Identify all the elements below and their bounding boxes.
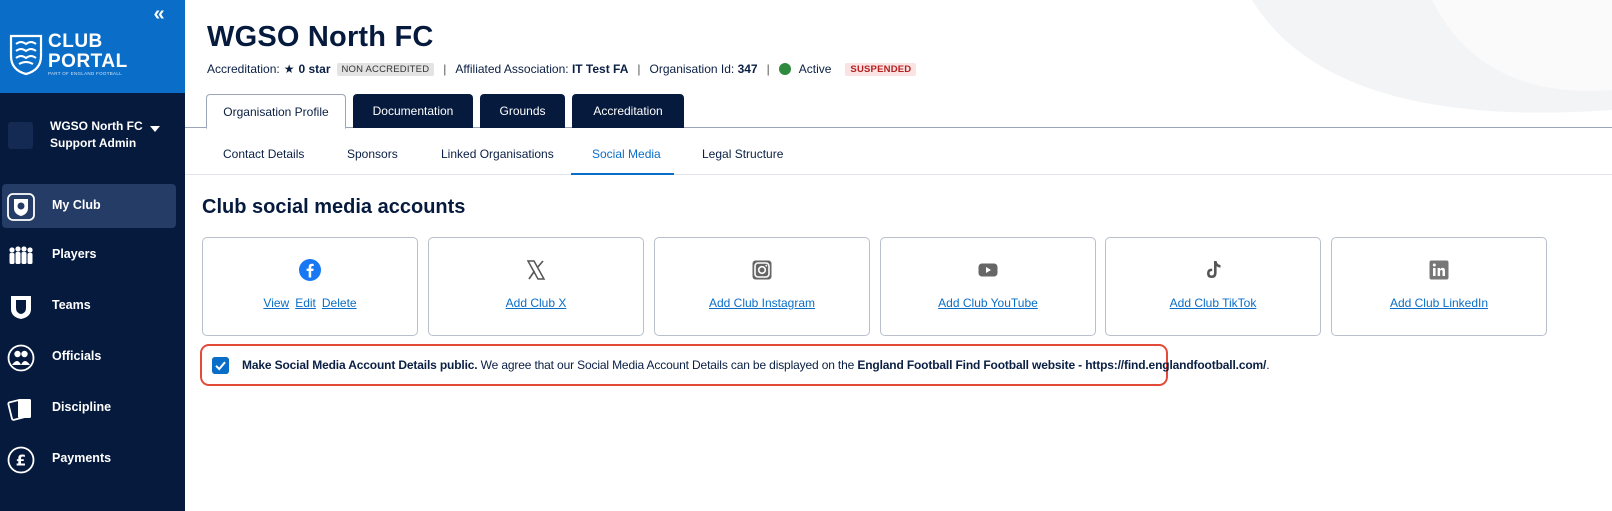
background-watermark (1252, 0, 1612, 113)
tab-organisation-profile[interactable]: Organisation Profile (206, 94, 346, 129)
club-badge-icon (7, 193, 35, 221)
tiktok-icon (1207, 261, 1221, 278)
sidebar-item-players[interactable]: Players (0, 233, 185, 277)
account-switcher[interactable]: WGSO North FC Support Admin (0, 100, 185, 170)
officials-icon (7, 344, 35, 372)
facebook-icon (299, 259, 321, 281)
status-dot-icon (778, 63, 791, 75)
subtab-contact-details[interactable]: Contact Details (223, 147, 304, 165)
sidebar-item-officials[interactable]: Officials (0, 335, 185, 379)
consent-text: Make Social Media Account Details public… (242, 358, 1270, 372)
social-card-x: Add Club X (428, 237, 644, 336)
card-links: View Edit Delete (203, 296, 417, 310)
sidebar-item-discipline[interactable]: Discipline (0, 386, 185, 430)
instagram-icon (752, 260, 772, 280)
social-card-tiktok: Add Club TikTok (1105, 237, 1321, 336)
tab-grounds[interactable]: Grounds (480, 94, 565, 128)
sidebar-item-label: Teams (52, 298, 91, 312)
view-facebook-link[interactable]: View (263, 296, 289, 310)
brand-line-1: CLUB (48, 31, 103, 52)
sidebar-item-label: My Club (52, 198, 101, 212)
consent-tail: . (1266, 358, 1270, 372)
sidebar-item-label: Payments (52, 451, 112, 465)
england-football-crest-icon (9, 34, 43, 76)
card-links: Add Club LinkedIn (1332, 296, 1546, 310)
social-card-instagram: Add Club Instagram (654, 237, 870, 336)
tab-documentation[interactable]: Documentation (353, 94, 473, 128)
sidebar-item-label: Discipline (52, 400, 112, 414)
linkedin-icon (1429, 260, 1449, 280)
subtab-sponsors[interactable]: Sponsors (347, 147, 398, 165)
add-club-x-link[interactable]: Add Club X (506, 296, 567, 310)
svg-text:£: £ (16, 452, 26, 470)
club-avatar (8, 122, 33, 149)
sidebar-item-payments[interactable]: £ Payments (0, 437, 185, 481)
card-links: Add Club Instagram (655, 296, 869, 310)
card-links: Add Club X (429, 296, 643, 310)
card-links: Add Club TikTok (1106, 296, 1320, 310)
collapse-sidebar-icon[interactable]: « (149, 2, 169, 26)
subtab-legal-structure[interactable]: Legal Structure (702, 147, 783, 165)
chevron-down-icon[interactable] (150, 126, 160, 132)
org-id-value: 347 (737, 62, 758, 76)
players-icon (9, 246, 33, 264)
separator: | (766, 62, 770, 76)
youtube-icon (978, 263, 998, 277)
sidebar-item-my-club[interactable]: My Club (2, 184, 176, 228)
accreditation-label: Accreditation: (207, 62, 280, 76)
brand-tagline: PART OF ENGLAND FOOTBALL (48, 71, 122, 76)
page-title: WGSO North FC (207, 21, 434, 53)
card-links: Add Club YouTube (881, 296, 1095, 310)
sidebar: « CLUB PORTAL PART OF ENGLAND FOOTBALL W… (0, 0, 185, 511)
sub-tabs-divider (185, 174, 1612, 175)
social-card-youtube: Add Club YouTube (880, 237, 1096, 336)
status-text: Active (798, 62, 832, 76)
brand-header: « CLUB PORTAL PART OF ENGLAND FOOTBALL (0, 0, 185, 93)
star-icon: ★ (283, 62, 295, 76)
subtab-linked-organisations[interactable]: Linked Organisations (441, 147, 554, 165)
consent-body: We agree that our Social Media Account D… (477, 358, 858, 372)
accreditation-value: 0 star (298, 62, 331, 76)
social-card-linkedin: Add Club LinkedIn (1331, 237, 1547, 336)
association-value: IT Test FA (571, 62, 629, 76)
account-name: WGSO North FC (50, 119, 143, 133)
add-club-linkedin-link[interactable]: Add Club LinkedIn (1390, 296, 1488, 310)
make-public-checkbox[interactable] (212, 357, 229, 374)
pound-icon: £ (7, 446, 35, 474)
delete-facebook-link[interactable]: Delete (322, 296, 357, 310)
tab-accreditation[interactable]: Accreditation (572, 94, 684, 128)
section-title: Club social media accounts (202, 196, 466, 218)
consent-lead: Make Social Media Account Details public… (242, 358, 478, 372)
separator: | (443, 62, 447, 76)
sidebar-item-teams[interactable]: Teams (0, 284, 185, 328)
association-label: Affiliated Association: (455, 62, 569, 76)
separator: | (637, 62, 641, 76)
sidebar-item-label: Officials (52, 349, 102, 363)
public-details-consent: Make Social Media Account Details public… (200, 344, 1270, 386)
app-root: « CLUB PORTAL PART OF ENGLAND FOOTBALL W… (0, 0, 1612, 511)
subtab-social-media[interactable]: Social Media (592, 147, 661, 165)
discipline-cards-icon (7, 398, 31, 421)
add-club-instagram-link[interactable]: Add Club Instagram (709, 296, 815, 310)
x-icon (526, 260, 546, 280)
active-subtab-indicator (571, 173, 674, 175)
sidebar-item-label: Players (52, 247, 97, 261)
org-id-label: Organisation Id: (649, 62, 735, 76)
brand-line-2: PORTAL (48, 51, 128, 72)
account-role: Support Admin (50, 136, 137, 150)
social-card-facebook: View Edit Delete (202, 237, 418, 336)
teams-shirt-icon (11, 296, 31, 319)
add-club-tiktok-link[interactable]: Add Club TikTok (1170, 296, 1257, 310)
club-meta: Accreditation: ★ 0 star NON ACCREDITED |… (207, 61, 917, 77)
status-badge: SUSPENDED (845, 62, 917, 76)
add-club-youtube-link[interactable]: Add Club YouTube (938, 296, 1038, 310)
edit-facebook-link[interactable]: Edit (295, 296, 316, 310)
accreditation-badge: NON ACCREDITED (336, 62, 435, 76)
find-football-link[interactable]: England Football Find Football website -… (857, 358, 1266, 372)
